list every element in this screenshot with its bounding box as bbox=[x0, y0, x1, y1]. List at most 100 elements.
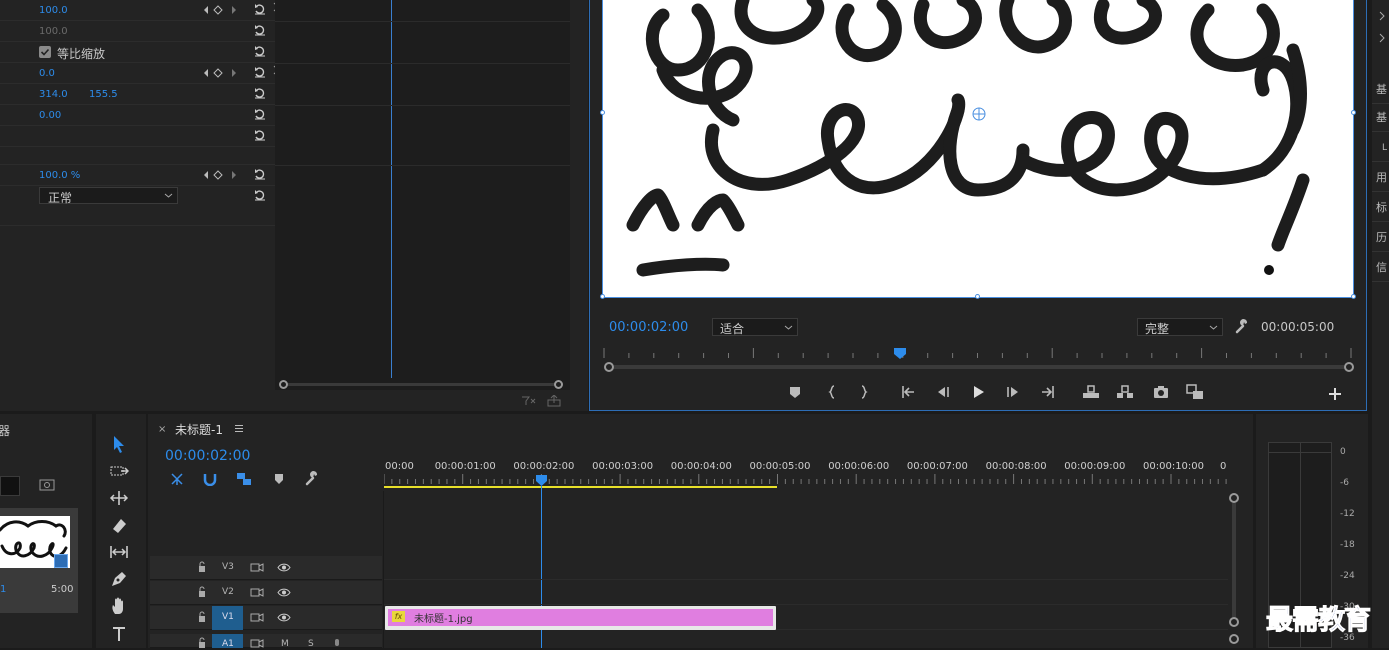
transform-handle[interactable] bbox=[1351, 110, 1356, 115]
export-icon[interactable] bbox=[547, 395, 563, 407]
timeline-timecode[interactable]: 00:00:02:00 bbox=[165, 448, 250, 464]
panel-menu-icon[interactable] bbox=[234, 424, 244, 433]
track-row-v2[interactable] bbox=[384, 581, 1228, 605]
playback-quality-dropdown[interactable]: 完整 bbox=[1137, 318, 1223, 336]
track-row-v3[interactable] bbox=[384, 556, 1228, 580]
sync-lock-icon[interactable] bbox=[250, 612, 264, 623]
export-frame-icon[interactable] bbox=[1151, 382, 1171, 402]
blend-mode-dropdown[interactable]: 正常 bbox=[39, 187, 178, 205]
scale-value[interactable]: 100.0 bbox=[39, 5, 68, 16]
lock-icon[interactable] bbox=[197, 637, 207, 649]
rotation-value[interactable]: 0.0 bbox=[39, 68, 55, 79]
eye-icon[interactable] bbox=[277, 612, 291, 623]
panel-tab-lumetri[interactable]: L bbox=[1372, 134, 1389, 162]
reset-icon[interactable] bbox=[254, 45, 266, 57]
scroll-handle-right[interactable] bbox=[554, 380, 563, 389]
reset-icon[interactable] bbox=[254, 24, 266, 36]
sync-lock-icon[interactable] bbox=[250, 562, 264, 573]
panel-tab-basic[interactable]: 基 bbox=[1372, 104, 1389, 132]
program-timecode[interactable]: 00:00:02:00 bbox=[609, 320, 688, 335]
scroll-handle-audio[interactable] bbox=[1229, 634, 1239, 644]
transform-handle[interactable] bbox=[1351, 294, 1356, 299]
panel-tab-markers[interactable]: 标 bbox=[1372, 194, 1389, 222]
extract-icon[interactable] bbox=[1115, 382, 1135, 402]
program-video-frame[interactable] bbox=[600, 0, 1356, 299]
keyframe-nav-icon[interactable] bbox=[200, 169, 240, 181]
scroll-handle-left[interactable] bbox=[279, 380, 288, 389]
reset-icon[interactable] bbox=[254, 3, 266, 15]
close-tab-icon[interactable]: × bbox=[158, 424, 166, 435]
eye-icon[interactable] bbox=[277, 587, 291, 598]
panel-tab-history[interactable]: 历 bbox=[1372, 224, 1389, 252]
find-icon[interactable] bbox=[39, 478, 55, 492]
panel-tab-libraries[interactable]: 用 bbox=[1372, 164, 1389, 192]
snap-icon[interactable] bbox=[202, 472, 218, 486]
scroll-handle-left[interactable] bbox=[604, 362, 614, 372]
program-zoom-scrollbar[interactable] bbox=[604, 362, 1354, 372]
keyframe-nav-icon[interactable] bbox=[200, 4, 240, 16]
play-icon[interactable] bbox=[968, 382, 988, 402]
video-clip[interactable]: fx 未标题-1.jpg bbox=[385, 606, 776, 630]
reset-icon[interactable] bbox=[254, 189, 266, 201]
go-to-in-icon[interactable] bbox=[899, 382, 919, 402]
scroll-handle-right[interactable] bbox=[1344, 362, 1354, 372]
program-time-ruler[interactable] bbox=[602, 346, 1354, 358]
reset-icon[interactable] bbox=[254, 129, 266, 141]
nest-icon[interactable] bbox=[169, 472, 185, 486]
mark-in-icon[interactable] bbox=[822, 382, 842, 402]
panel-tab-info[interactable]: 信 bbox=[1372, 254, 1389, 282]
opacity-value[interactable]: 100.0 % bbox=[39, 170, 80, 181]
transform-handle[interactable] bbox=[600, 294, 605, 299]
add-button-icon[interactable] bbox=[1325, 384, 1345, 404]
bin-search-field[interactable] bbox=[0, 476, 20, 496]
add-marker-icon[interactable] bbox=[272, 472, 286, 486]
timeline-vertical-scrollbar[interactable] bbox=[1229, 493, 1239, 627]
step-back-icon[interactable] bbox=[933, 382, 953, 402]
type-tool-icon[interactable] bbox=[109, 624, 129, 644]
reset-icon[interactable] bbox=[254, 108, 266, 120]
lock-icon[interactable] bbox=[197, 611, 207, 623]
filter-icon[interactable] bbox=[521, 395, 537, 407]
track-target-a1[interactable]: A1 bbox=[212, 634, 243, 649]
go-to-out-icon[interactable] bbox=[1037, 382, 1057, 402]
lock-icon[interactable] bbox=[197, 586, 207, 598]
comparison-view-icon[interactable] bbox=[1185, 382, 1205, 402]
reset-icon[interactable] bbox=[254, 168, 266, 180]
chevron-right-icon[interactable] bbox=[1378, 32, 1386, 44]
microphone-icon[interactable] bbox=[332, 638, 342, 650]
slip-tool-icon[interactable] bbox=[109, 542, 129, 562]
effect-controls-timeline[interactable] bbox=[275, 0, 570, 390]
track-target-v1[interactable]: V1 bbox=[212, 606, 243, 630]
track-select-tool-icon[interactable] bbox=[109, 461, 129, 481]
eye-icon[interactable] bbox=[277, 562, 291, 573]
anchor-x-value[interactable]: 314.0 bbox=[39, 89, 68, 100]
reset-icon[interactable] bbox=[254, 87, 266, 99]
razor-tool-icon[interactable] bbox=[109, 515, 129, 535]
reset-icon[interactable] bbox=[254, 66, 266, 78]
transform-handle[interactable] bbox=[600, 110, 605, 115]
lift-icon[interactable] bbox=[1081, 382, 1101, 402]
chevron-right-icon[interactable] bbox=[1378, 10, 1386, 22]
scroll-handle-bottom[interactable] bbox=[1229, 617, 1239, 627]
clip-thumbnail-card[interactable]: 1 5:00 bbox=[0, 508, 78, 613]
scroll-handle-top[interactable] bbox=[1229, 493, 1239, 503]
keyframe-nav-icon[interactable] bbox=[200, 67, 240, 79]
work-area-bar[interactable] bbox=[384, 486, 777, 488]
ripple-edit-tool-icon[interactable] bbox=[109, 488, 129, 508]
program-playhead[interactable] bbox=[893, 347, 907, 360]
uniform-scale-checkbox[interactable] bbox=[39, 46, 51, 58]
hand-tool-icon[interactable] bbox=[109, 596, 129, 616]
sync-lock-icon[interactable] bbox=[250, 587, 264, 598]
mark-out-icon[interactable] bbox=[854, 382, 874, 402]
timeline-settings-wrench-icon[interactable] bbox=[304, 471, 320, 487]
flicker-value[interactable]: 0.00 bbox=[39, 110, 61, 121]
linked-selection-icon[interactable] bbox=[236, 472, 252, 486]
anchor-y-value[interactable]: 155.5 bbox=[89, 89, 118, 100]
wrench-icon[interactable] bbox=[1234, 319, 1250, 335]
step-forward-icon[interactable] bbox=[1003, 382, 1023, 402]
pen-tool-icon[interactable] bbox=[109, 569, 129, 589]
sequence-tab[interactable]: 未标题-1 bbox=[175, 421, 223, 438]
lock-icon[interactable] bbox=[197, 561, 207, 573]
selection-tool-icon[interactable] bbox=[109, 434, 129, 454]
zoom-fit-dropdown[interactable]: 适合 bbox=[712, 318, 798, 336]
